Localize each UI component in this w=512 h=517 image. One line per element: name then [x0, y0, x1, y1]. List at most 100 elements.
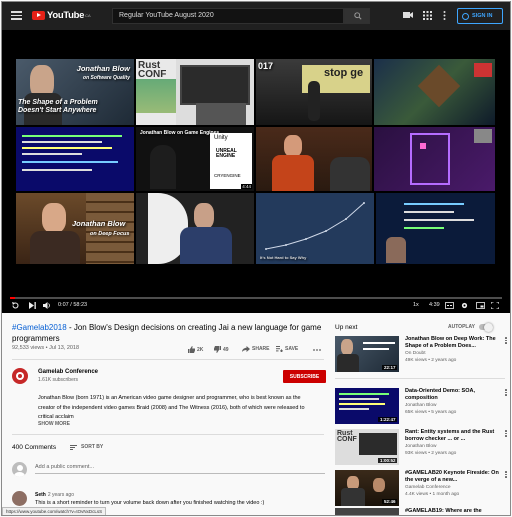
- recommended-channel[interactable]: Jonathan Blow: [405, 403, 436, 408]
- thumbs-down-icon: [214, 346, 221, 353]
- save-label: SAVE: [285, 346, 299, 352]
- subscribe-button[interactable]: SUBSCRIBE: [283, 370, 326, 383]
- collage-tile: [374, 127, 495, 191]
- account-icon: [462, 12, 469, 20]
- collage-tile: [16, 127, 134, 191]
- create-video-icon[interactable]: [403, 11, 413, 19]
- comments-count: 400 Comments: [12, 444, 57, 451]
- recommended-channel[interactable]: Gamelab Conference: [405, 485, 451, 490]
- like-button[interactable]: 2K: [188, 346, 203, 353]
- video-duration: 22:17: [382, 365, 397, 370]
- tile-caption: It's Not Hard to Say Why: [260, 255, 307, 260]
- commenter-avatar[interactable]: [12, 491, 27, 506]
- autoplay-label: AUTOPLAY: [448, 324, 475, 330]
- show-more-button[interactable]: SHOW MORE: [38, 421, 70, 427]
- youtube-logo[interactable]: YouTube CA: [32, 10, 91, 21]
- recommended-channel[interactable]: On Doubt: [405, 351, 426, 356]
- comment-author[interactable]: Seth 2 years ago: [35, 492, 74, 498]
- search-button[interactable]: [344, 8, 370, 24]
- like-count: 2K: [197, 346, 204, 353]
- autoplay-toggle[interactable]: [479, 322, 493, 332]
- logo-text: YouTube: [47, 10, 85, 21]
- tile-logo-text: CRYENGINE: [214, 173, 241, 178]
- apps-grid-icon[interactable]: [423, 11, 432, 20]
- share-label: SHARE: [252, 346, 270, 352]
- youtube-play-icon: [32, 11, 45, 20]
- recommended-title[interactable]: #GAMELAB20 Keynote Fireside: On the verg…: [405, 470, 505, 484]
- recommended-video[interactable]: 1:22:47 Data-Oriented Demo: SOA, composi…: [335, 388, 507, 424]
- browser-window: YouTube CA Regular YouTube August 2020 S…: [1, 1, 511, 516]
- playback-speed[interactable]: 1x: [413, 302, 419, 308]
- next-icon[interactable]: [29, 302, 36, 309]
- recommended-title[interactable]: #GAMELAB19: Where are the: [405, 508, 505, 515]
- recommended-video[interactable]: 22:17 Jonathan Blow on Deep Work: The Sh…: [335, 336, 507, 372]
- share-button[interactable]: SHARE: [242, 346, 270, 352]
- recommended-video[interactable]: #GAMELAB19: Where are the: [335, 508, 505, 515]
- collage-tile: 017 stop ge: [256, 59, 372, 125]
- channel-name[interactable]: Gamelab Conference: [38, 369, 98, 375]
- hashtag-link[interactable]: #Gamelab2018: [12, 323, 67, 332]
- recommended-video[interactable]: Rust CONF 1:00:52 Rant: Entity systems an…: [335, 429, 507, 465]
- dislike-button[interactable]: 49: [214, 346, 229, 353]
- video-player[interactable]: Jonathan Blow on Software Quality The Sha…: [2, 30, 510, 313]
- more-vertical-icon[interactable]: [505, 471, 507, 479]
- dislike-count: 49: [223, 346, 229, 353]
- video-thumbnail[interactable]: Rust CONF 1:00:52: [335, 429, 399, 465]
- collage-tile: Jonathan Blow on Deep Focus: [16, 193, 134, 264]
- collage-tile: [376, 193, 495, 264]
- logo-country: CA: [85, 13, 91, 18]
- video-thumbnail[interactable]: 52:46: [335, 470, 399, 506]
- sort-icon: [70, 444, 77, 450]
- recommended-title[interactable]: Jonathan Blow on Deep Work: The Shape of…: [405, 336, 505, 350]
- more-vertical-icon[interactable]: [443, 11, 446, 20]
- more-actions-icon[interactable]: [313, 349, 321, 351]
- up-next-label: Up next: [335, 324, 358, 331]
- tile-title: Jonathan Blow on Deep Focus: [72, 219, 130, 237]
- playlist-add-icon: [276, 346, 283, 352]
- recommended-views: 65K views • 5 years ago: [405, 410, 457, 415]
- recommended-video[interactable]: 52:46 #GAMELAB20 Keynote Fireside: On th…: [335, 470, 507, 506]
- link-status-bar: https://www.youtube.com/watch?v=tOvNxDcL…: [2, 507, 107, 515]
- recommended-channel[interactable]: Jonathan Blow: [405, 444, 436, 449]
- settings-gear-icon[interactable]: [461, 302, 468, 309]
- add-comment-input[interactable]: Add a public comment...: [35, 464, 325, 474]
- rust-logo-text: Rust CONF: [337, 430, 357, 443]
- recommended-title[interactable]: Rant: Entity systems and the Rust borrow…: [405, 429, 505, 443]
- video-thumbnail[interactable]: 1:22:47: [335, 388, 399, 424]
- progress-bar[interactable]: [10, 297, 502, 299]
- tile-logo-text: Unity: [214, 135, 228, 141]
- user-avatar: [12, 462, 27, 477]
- more-vertical-icon[interactable]: [505, 337, 507, 345]
- captions-icon[interactable]: [445, 302, 454, 309]
- sort-comments-button[interactable]: SORT BY: [70, 444, 103, 450]
- tile-title: Jonathan Blow on Game Engines: [140, 130, 220, 136]
- channel-avatar[interactable]: [12, 368, 28, 384]
- volume-icon[interactable]: [43, 302, 51, 309]
- more-vertical-icon[interactable]: [505, 430, 507, 438]
- video-duration: 1:22:47: [378, 417, 397, 422]
- miniplayer-icon[interactable]: [476, 302, 485, 309]
- hamburger-menu-icon[interactable]: [11, 11, 22, 20]
- masthead: YouTube CA Regular YouTube August 2020 S…: [2, 2, 510, 30]
- collage-tile: [136, 193, 254, 264]
- replay-icon[interactable]: [12, 302, 19, 309]
- tile-logo-text: UNREAL ENGINE: [216, 148, 237, 159]
- more-vertical-icon[interactable]: [505, 389, 507, 397]
- collage-tile: Jonathan Blow on Game Engines Unity UNRE…: [136, 127, 254, 191]
- sign-in-button[interactable]: SIGN IN: [457, 8, 503, 24]
- save-button[interactable]: SAVE: [276, 346, 298, 352]
- recommended-title[interactable]: Data-Oriented Demo: SOA, composition: [405, 388, 505, 402]
- tile-title: Rust CONF: [138, 60, 167, 80]
- video-title: #Gamelab2018 - Jon Blow's Design decisio…: [12, 323, 330, 344]
- sort-label: SORT BY: [81, 444, 104, 450]
- extra-time: 4:39: [429, 302, 440, 308]
- divider: [12, 434, 324, 435]
- video-thumbnail[interactable]: [335, 508, 399, 515]
- video-description: Jonathan Blow (born 1971) is an American…: [38, 395, 305, 420]
- search-input[interactable]: Regular YouTube August 2020: [112, 8, 344, 24]
- fullscreen-icon[interactable]: [491, 302, 499, 309]
- tile-title: 017: [258, 61, 274, 71]
- thumbs-up-icon: [188, 346, 195, 353]
- video-thumbnail[interactable]: 22:17: [335, 336, 399, 372]
- tile-title: stop ge: [324, 67, 364, 79]
